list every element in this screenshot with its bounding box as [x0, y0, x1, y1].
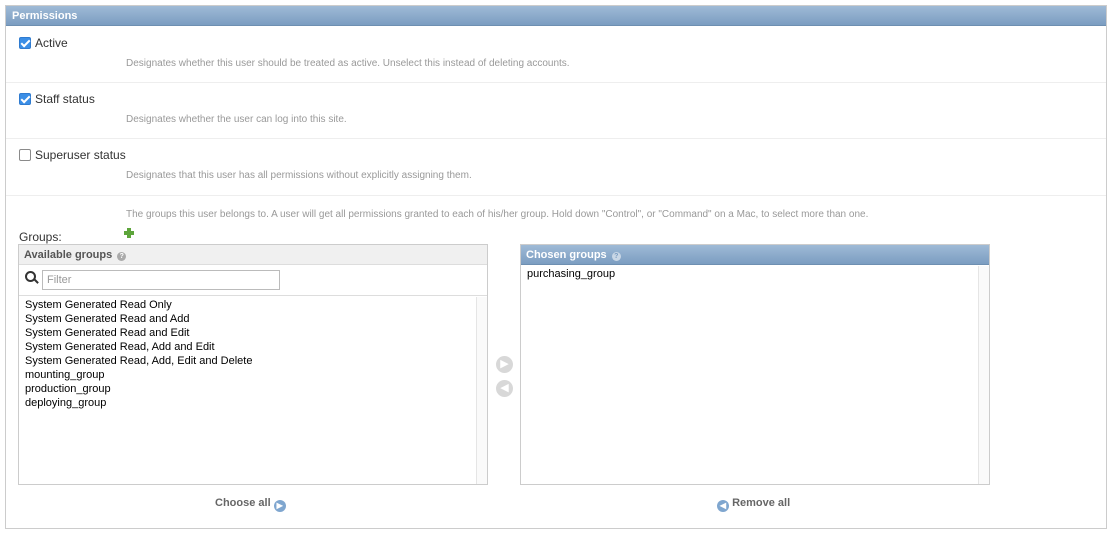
- staff-field[interactable]: Staff status: [19, 92, 95, 106]
- choose-all-link[interactable]: Choose all ▶: [215, 497, 286, 512]
- available-scrollbar[interactable]: [476, 297, 487, 484]
- chosen-groups-title-text: Chosen groups: [526, 249, 607, 261]
- active-field[interactable]: Active: [19, 36, 68, 50]
- remove-all-label: Remove all: [732, 497, 791, 509]
- superuser-checkbox[interactable]: [19, 149, 31, 161]
- permissions-module: Permissions Active Designates whether th…: [5, 5, 1107, 529]
- active-checkbox[interactable]: [19, 37, 31, 49]
- list-item[interactable]: System Generated Read and Edit: [19, 326, 477, 340]
- remove-all-link[interactable]: ◀ Remove all: [717, 497, 790, 512]
- active-row: Active Designates whether this user shou…: [6, 27, 1106, 83]
- list-item[interactable]: production_group: [19, 382, 477, 396]
- available-groups-title: Available groups ?: [19, 245, 487, 265]
- staff-help: Designates whether the user can log into…: [126, 114, 347, 125]
- chosen-options[interactable]: purchasing_group: [521, 267, 979, 281]
- list-item[interactable]: System Generated Read and Add: [19, 312, 477, 326]
- superuser-field[interactable]: Superuser status: [19, 148, 126, 162]
- list-item[interactable]: System Generated Read, Add and Edit: [19, 340, 477, 354]
- active-label: Active: [35, 36, 68, 50]
- groups-label: Groups:: [19, 230, 62, 244]
- list-item[interactable]: System Generated Read, Add, Edit and Del…: [19, 354, 477, 368]
- arrow-right-icon: ▶: [273, 500, 286, 512]
- list-item[interactable]: mounting_group: [19, 368, 477, 382]
- choose-all-label: Choose all: [215, 497, 271, 509]
- available-options[interactable]: System Generated Read Only System Genera…: [19, 298, 477, 410]
- superuser-row: Superuser status Designates that this us…: [6, 139, 1106, 196]
- list-item[interactable]: purchasing_group: [521, 267, 979, 281]
- filter-input[interactable]: [42, 270, 280, 290]
- module-header: Permissions: [6, 6, 1106, 26]
- list-item[interactable]: System Generated Read Only: [19, 298, 477, 312]
- filter-row: [19, 265, 487, 296]
- superuser-label: Superuser status: [35, 148, 126, 162]
- chosen-scrollbar[interactable]: [978, 266, 989, 484]
- active-help: Designates whether this user should be t…: [126, 58, 570, 69]
- chosen-groups-title: Chosen groups ?: [521, 245, 989, 265]
- plus-icon[interactable]: [124, 228, 134, 238]
- staff-row: Staff status Designates whether the user…: [6, 83, 1106, 139]
- staff-checkbox[interactable]: [19, 93, 31, 105]
- list-item[interactable]: deploying_group: [19, 396, 477, 410]
- available-groups-box: Available groups ? System Generated Read…: [18, 244, 488, 485]
- question-circle-icon: ?: [117, 252, 127, 261]
- arrow-right-icon[interactable]: ▶: [496, 356, 513, 373]
- staff-label: Staff status: [35, 92, 95, 106]
- available-groups-title-text: Available groups: [24, 249, 113, 261]
- question-circle-icon: ?: [611, 252, 621, 261]
- arrow-left-icon: ◀: [717, 500, 729, 512]
- magnifier-icon: [25, 271, 39, 285]
- arrow-left-icon[interactable]: ◀: [496, 380, 513, 397]
- superuser-help: Designates that this user has all permis…: [126, 170, 472, 181]
- chosen-groups-box: Chosen groups ? purchasing_group: [520, 244, 990, 485]
- groups-help: The groups this user belongs to. A user …: [126, 209, 869, 220]
